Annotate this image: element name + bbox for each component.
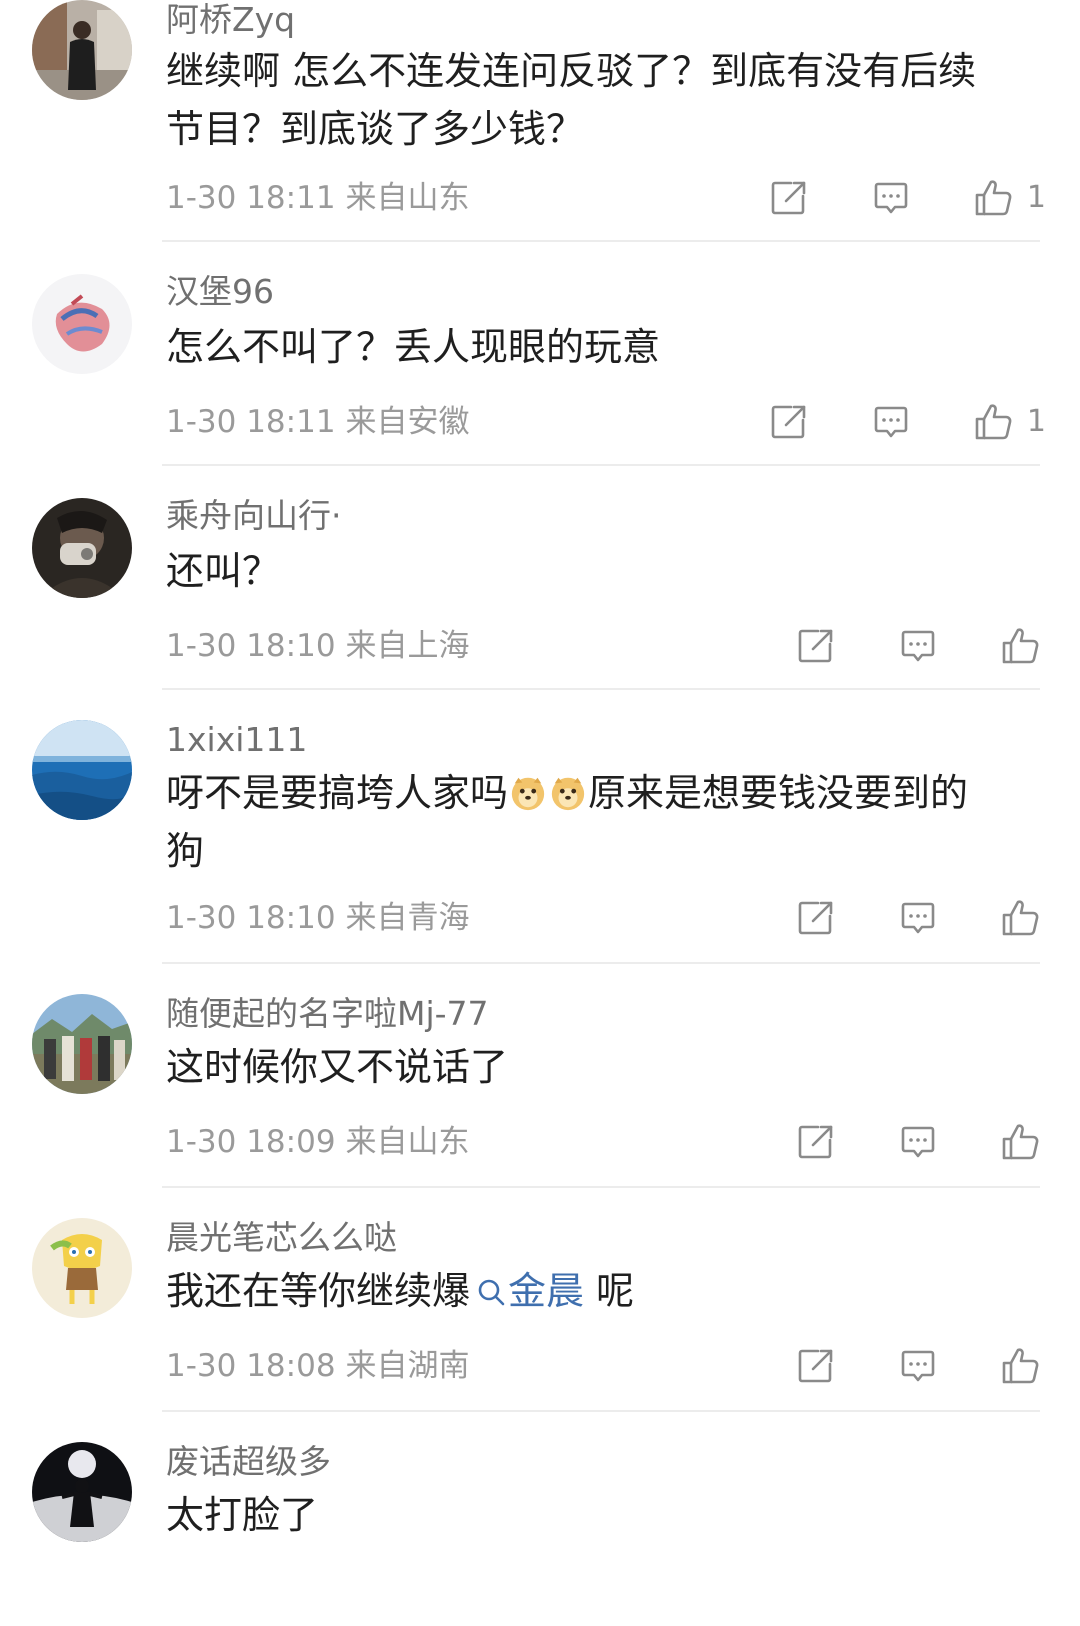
username[interactable]: 1xixi111	[166, 720, 307, 760]
comment-time: 1-30 18:11	[166, 404, 336, 440]
comment-text: 继续啊 怎么不连发连问反驳了？到底有没有后续节目？到底谈了多少钱？	[166, 49, 977, 151]
like-button[interactable]: 1	[973, 402, 1046, 442]
comment-time: 1-30 18:11	[166, 180, 336, 216]
comment-text-part: 呢	[584, 1269, 635, 1313]
like-button[interactable]	[1000, 626, 1040, 666]
avatar[interactable]	[32, 498, 132, 598]
username[interactable]: 乘舟向山行·	[166, 496, 342, 536]
comment-meta: 1-30 18:09 来自山东	[166, 1122, 470, 1162]
reply-icon	[898, 898, 938, 938]
comment-time: 1-30 18:08	[166, 1348, 336, 1384]
username[interactable]: 阿桥Zyq	[166, 0, 295, 40]
comment-meta: 1-30 18:10 来自上海	[166, 626, 470, 666]
divider	[162, 464, 1040, 466]
comment-text-part: 呀不是要搞垮人家吗	[166, 771, 509, 815]
reply-button[interactable]	[898, 898, 938, 938]
reply-icon	[898, 1122, 938, 1162]
mention-link[interactable]: 金晨	[508, 1269, 584, 1313]
comment-meta: 1-30 18:11 来自安徽	[166, 402, 470, 442]
comment-meta: 1-30 18:10 来自青海	[166, 898, 470, 938]
comment-time: 1-30 18:10	[166, 628, 336, 664]
share-icon	[796, 898, 836, 938]
like-count: 1	[1026, 180, 1046, 215]
like-icon	[1000, 898, 1040, 938]
like-button[interactable]	[1000, 1122, 1040, 1162]
comment-location: 来自安徽	[345, 404, 470, 440]
username[interactable]: 随便起的名字啦Mj-77	[166, 994, 489, 1034]
reply-icon	[871, 402, 911, 442]
avatar[interactable]	[32, 274, 132, 374]
comment-actions	[734, 1344, 1040, 1388]
comment-actions	[734, 896, 1040, 940]
comment-text: 呀不是要搞垮人家吗 原来是想要钱没要到的狗	[166, 764, 996, 880]
like-icon	[973, 402, 1013, 442]
avatar[interactable]	[32, 994, 132, 1094]
avatar[interactable]	[32, 0, 132, 100]
comment-text: 太打脸了	[166, 1493, 319, 1537]
comment-actions	[734, 624, 1040, 668]
username[interactable]: 汉堡96	[166, 272, 274, 312]
share-icon	[796, 1346, 836, 1386]
share-icon	[796, 1122, 836, 1162]
divider	[162, 688, 1040, 690]
avatar[interactable]	[32, 720, 132, 820]
share-icon	[769, 402, 809, 442]
share-button[interactable]	[796, 898, 836, 938]
reply-button[interactable]	[898, 1122, 938, 1162]
comment-meta: 1-30 18:08 来自湖南	[166, 1346, 470, 1386]
search-icon	[478, 1279, 505, 1306]
share-icon	[796, 626, 836, 666]
share-button[interactable]	[769, 178, 809, 218]
comment-text: 这时候你又不说话了	[166, 1045, 509, 1089]
comment-location: 来自青海	[345, 900, 470, 936]
avatar[interactable]	[32, 1218, 132, 1318]
like-button[interactable]: 1	[973, 178, 1046, 218]
avatar[interactable]	[32, 1442, 132, 1542]
like-button[interactable]	[1000, 898, 1040, 938]
reply-button[interactable]	[871, 402, 911, 442]
comment-text: 怎么不叫了？丢人现眼的玩意	[166, 325, 661, 369]
comment-time: 1-30 18:10	[166, 900, 336, 936]
share-button[interactable]	[796, 1122, 836, 1162]
username[interactable]: 晨光笔芯么么哒	[166, 1218, 397, 1258]
divider	[162, 962, 1040, 964]
comment-actions: 1	[707, 400, 1046, 444]
comment-location: 来自上海	[345, 628, 470, 664]
username[interactable]: 废话超级多	[166, 1442, 331, 1482]
reply-icon	[871, 178, 911, 218]
doge-emoji	[551, 777, 585, 811]
comment-text: 我还在等你继续爆 金晨 呢	[166, 1262, 1046, 1320]
comment-actions	[734, 1120, 1040, 1164]
like-icon	[1000, 626, 1040, 666]
comment-location: 来自山东	[345, 180, 470, 216]
comment-actions: 1	[707, 176, 1046, 220]
comment-text-part: 我还在等你继续爆	[166, 1269, 471, 1313]
share-button[interactable]	[769, 402, 809, 442]
share-button[interactable]	[796, 626, 836, 666]
divider	[162, 1186, 1040, 1188]
share-icon	[769, 178, 809, 218]
like-count: 1	[1026, 404, 1046, 439]
reply-button[interactable]	[898, 626, 938, 666]
like-button[interactable]	[1000, 1346, 1040, 1386]
comment-text: 还叫？	[166, 549, 281, 593]
doge-emoji	[511, 777, 545, 811]
divider	[162, 1410, 1040, 1412]
divider	[162, 240, 1040, 242]
like-icon	[1000, 1122, 1040, 1162]
like-icon	[973, 178, 1013, 218]
reply-icon	[898, 1346, 938, 1386]
comment-time: 1-30 18:09	[166, 1124, 336, 1160]
reply-icon	[898, 626, 938, 666]
comment-meta: 1-30 18:11 来自山东	[166, 178, 470, 218]
like-icon	[1000, 1346, 1040, 1386]
reply-button[interactable]	[898, 1346, 938, 1386]
share-button[interactable]	[796, 1346, 836, 1386]
comment-location: 来自山东	[345, 1124, 470, 1160]
comment-location: 来自湖南	[345, 1348, 470, 1384]
reply-button[interactable]	[871, 178, 911, 218]
